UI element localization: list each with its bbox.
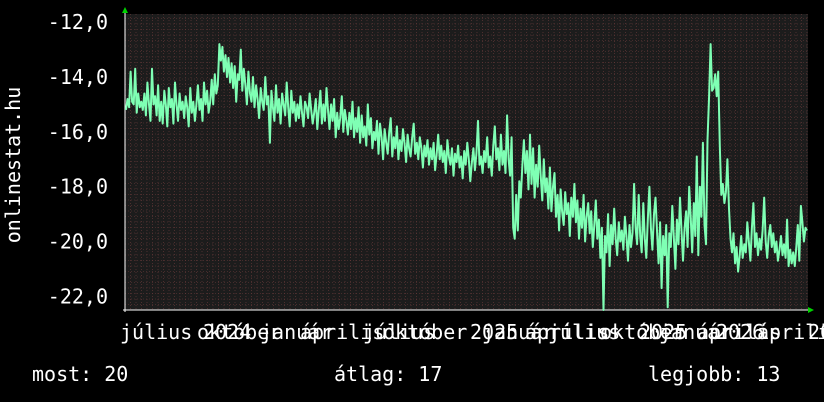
y-tick-label: -16,0 — [48, 120, 108, 144]
stat-best: legjobb: 13 — [648, 362, 781, 386]
y-tick-label: -12,0 — [48, 10, 108, 34]
stat-current: most: 20 — [32, 362, 129, 386]
y-tick-label: -18,0 — [48, 175, 108, 199]
y-tick-label: -14,0 — [48, 65, 108, 89]
x-tick-labels: július október2024 januáráprilisjúliusoktó… — [120, 320, 824, 344]
y-tick-label: -20,0 — [48, 229, 108, 253]
stat-average: átlag: 17 — [334, 362, 443, 386]
x-tick-label: július — [120, 320, 192, 344]
y-axis-label: onlinestat.hu — [1, 87, 25, 244]
x-tick-label: 20 — [808, 320, 824, 344]
y-tick-label: -22,0 — [48, 284, 108, 308]
y-tick-labels: -12,0 -14,0 -16,0 -18,0 -20,0 -22,0 — [48, 10, 108, 308]
x-tick-label: október — [383, 320, 467, 344]
rrd-line-chart: -12,0 -14,0 -16,0 -18,0 -20,0 -22,0 július okt… — [1, 7, 824, 344]
x-tick-label: 2024 — [203, 320, 251, 344]
y-axis-arrow-icon — [122, 7, 128, 13]
x-axis-arrow-icon — [808, 307, 814, 313]
